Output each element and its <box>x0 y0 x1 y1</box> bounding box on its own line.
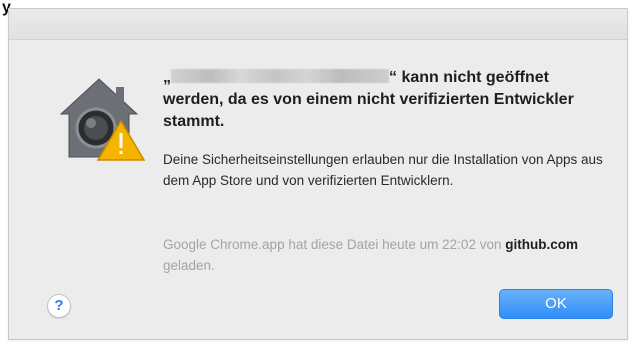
gatekeeper-warning-icon <box>59 78 145 161</box>
help-button[interactable]: ? <box>47 294 71 318</box>
redacted-app-name <box>171 69 389 83</box>
dialog-headline: „ “ kann nicht geöffnet werden, da es von… <box>163 67 603 133</box>
download-source-text: Google Chrome.app hat diese Datei heute … <box>163 234 603 276</box>
info-text: Deine Sicherheitseinstellungen erlauben … <box>163 152 603 188</box>
gatekeeper-dialog: „ “ kann nicht geöffnet werden, da es von… <box>8 8 628 340</box>
ok-button[interactable]: OK <box>499 289 613 319</box>
dialog-titlebar <box>9 9 627 40</box>
source-suffix: geladen. <box>163 258 215 273</box>
source-prefix: Google Chrome.app hat diese Datei heute … <box>163 237 502 252</box>
source-domain: github.com <box>505 237 578 252</box>
headline-open-quote: „ <box>163 69 171 86</box>
dialog-info-text: Deine Sicherheitseinstellungen erlauben … <box>163 149 603 191</box>
